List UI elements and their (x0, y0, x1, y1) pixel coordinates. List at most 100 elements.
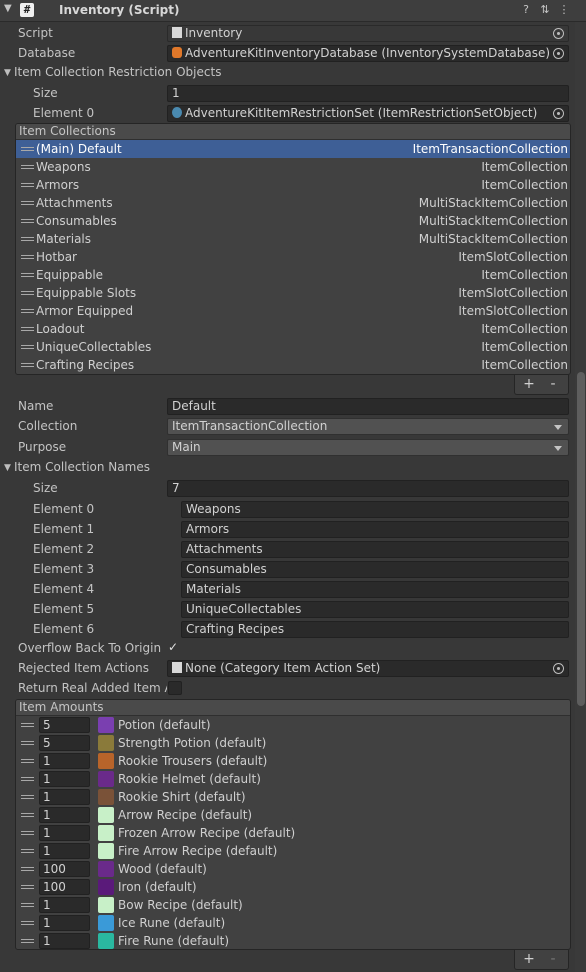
rejected-actions-field[interactable]: None (Category Item Action Set) (167, 660, 569, 677)
drag-handle-icon[interactable] (21, 867, 34, 871)
drag-handle-icon[interactable] (21, 309, 34, 313)
item-amount-row[interactable]: 1 Rookie Shirt (default) (16, 788, 570, 806)
item-amount-row[interactable]: 1 Arrow Recipe (default) (16, 806, 570, 824)
object-picker-icon[interactable] (553, 48, 564, 59)
drag-handle-icon[interactable] (21, 219, 34, 223)
object-picker-icon[interactable] (553, 28, 564, 39)
foldout-arrow-icon[interactable]: ▼ (4, 68, 11, 78)
collection-row[interactable]: (Main) Default ItemTransactionCollection (16, 140, 570, 158)
foldout-arrow-icon[interactable]: ▼ (4, 463, 11, 473)
item-amount-input[interactable]: 1 (39, 897, 90, 913)
remove-amount-button[interactable]: - (543, 951, 563, 967)
drag-handle-icon[interactable] (21, 741, 34, 745)
drag-handle-icon[interactable] (21, 903, 34, 907)
add-collection-button[interactable]: + (519, 376, 539, 392)
item-amount-input[interactable]: 1 (39, 753, 90, 769)
drag-handle-icon[interactable] (21, 165, 34, 169)
item-amount-row[interactable]: 1 Bow Recipe (default) (16, 896, 570, 914)
item-amount-input[interactable]: 1 (39, 915, 90, 931)
drag-handle-icon[interactable] (21, 723, 34, 727)
collection-names-label[interactable]: Item Collection Names (14, 460, 150, 474)
restriction-size-input[interactable]: 1 (167, 85, 569, 102)
drag-handle-icon[interactable] (21, 291, 34, 295)
item-amount-row[interactable]: 1 Frozen Arrow Recipe (default) (16, 824, 570, 842)
item-amount-row[interactable]: 1 Fire Arrow Recipe (default) (16, 842, 570, 860)
return-real-checkbox[interactable] (168, 681, 182, 695)
help-icon[interactable]: ? (519, 3, 533, 17)
drag-handle-icon[interactable] (21, 327, 34, 331)
object-picker-icon[interactable] (553, 663, 564, 674)
more-icon[interactable]: ⋮ (557, 3, 571, 17)
collection-names-size-input[interactable]: 7 (167, 480, 569, 497)
item-amount-input[interactable]: 1 (39, 789, 90, 805)
remove-collection-button[interactable]: - (543, 376, 563, 392)
drag-handle-icon[interactable] (21, 147, 34, 151)
restriction-element0-field[interactable]: AdventureKitItemRestrictionSet (ItemRest… (167, 105, 569, 122)
restriction-objects-label[interactable]: Item Collection Restriction Objects (14, 65, 221, 79)
item-amount-input[interactable]: 1 (39, 933, 90, 949)
settings-sliders-icon[interactable]: ⇅ (538, 3, 552, 17)
foldout-arrow-icon[interactable]: ▼ (4, 3, 12, 14)
collection-row[interactable]: Consumables MultiStackItemCollection (16, 212, 570, 230)
collection-name-element-input[interactable]: Attachments (181, 541, 569, 558)
purpose-dropdown[interactable]: Main (167, 439, 569, 456)
drag-handle-icon[interactable] (21, 273, 34, 277)
collection-row[interactable]: Materials MultiStackItemCollection (16, 230, 570, 248)
collection-name-element-input[interactable]: Materials (181, 581, 569, 598)
collection-name-element-input[interactable]: Weapons (181, 501, 569, 518)
object-picker-icon[interactable] (553, 108, 564, 119)
drag-handle-icon[interactable] (21, 345, 34, 349)
item-amount-row[interactable]: 1 Fire Rune (default) (16, 932, 570, 949)
item-amount-row[interactable]: 100 Wood (default) (16, 860, 570, 878)
drag-handle-icon[interactable] (21, 255, 34, 259)
item-amount-row[interactable]: 100 Iron (default) (16, 878, 570, 896)
item-amount-row[interactable]: 1 Ice Rune (default) (16, 914, 570, 932)
name-input[interactable]: Default (167, 398, 569, 415)
item-amount-input[interactable]: 1 (39, 825, 90, 841)
database-field[interactable]: AdventureKitInventoryDatabase (Inventory… (167, 45, 569, 62)
item-amount-input[interactable]: 5 (39, 717, 90, 733)
drag-handle-icon[interactable] (21, 777, 34, 781)
drag-handle-icon[interactable] (21, 183, 34, 187)
drag-handle-icon[interactable] (21, 849, 34, 853)
item-amount-input[interactable]: 1 (39, 843, 90, 859)
collection-name-element-input[interactable]: Crafting Recipes (181, 621, 569, 638)
item-amount-row[interactable]: 5 Potion (default) (16, 716, 570, 734)
scrollbar-thumb[interactable] (577, 372, 585, 706)
drag-handle-icon[interactable] (21, 921, 34, 925)
collection-row[interactable]: UniqueCollectables ItemCollection (16, 338, 570, 356)
add-amount-button[interactable]: + (519, 951, 539, 967)
collection-row[interactable]: Armors ItemCollection (16, 176, 570, 194)
collection-name-element-input[interactable]: Consumables (181, 561, 569, 578)
overflow-checkbox[interactable]: ✓ (168, 641, 180, 653)
item-amount-input[interactable]: 100 (39, 861, 90, 877)
script-field[interactable]: Inventory (167, 25, 569, 42)
collection-row[interactable]: Armor Equipped ItemSlotCollection (16, 302, 570, 320)
drag-handle-icon[interactable] (21, 759, 34, 763)
collection-row[interactable]: Equippable Slots ItemSlotCollection (16, 284, 570, 302)
drag-handle-icon[interactable] (21, 831, 34, 835)
component-header[interactable]: ▼ # Inventory (Script) ? ⇅ ⋮ (0, 0, 586, 22)
item-amount-row[interactable]: 5 Strength Potion (default) (16, 734, 570, 752)
drag-handle-icon[interactable] (21, 237, 34, 241)
collection-row[interactable]: Attachments MultiStackItemCollection (16, 194, 570, 212)
item-amount-input[interactable]: 100 (39, 879, 90, 895)
item-amount-input[interactable]: 1 (39, 807, 90, 823)
collection-row[interactable]: Weapons ItemCollection (16, 158, 570, 176)
drag-handle-icon[interactable] (21, 201, 34, 205)
collection-name-element-input[interactable]: UniqueCollectables (181, 601, 569, 618)
item-amount-row[interactable]: 1 Rookie Helmet (default) (16, 770, 570, 788)
drag-handle-icon[interactable] (21, 885, 34, 889)
collection-name-element-input[interactable]: Armors (181, 521, 569, 538)
drag-handle-icon[interactable] (21, 795, 34, 799)
item-amount-row[interactable]: 1 Rookie Trousers (default) (16, 752, 570, 770)
collection-row[interactable]: Loadout ItemCollection (16, 320, 570, 338)
drag-handle-icon[interactable] (21, 363, 34, 367)
item-amount-input[interactable]: 1 (39, 771, 90, 787)
item-amount-input[interactable]: 5 (39, 735, 90, 751)
collection-row[interactable]: Equippable ItemCollection (16, 266, 570, 284)
collection-dropdown[interactable]: ItemTransactionCollection (167, 418, 569, 435)
drag-handle-icon[interactable] (21, 813, 34, 817)
drag-handle-icon[interactable] (21, 939, 34, 943)
collection-row[interactable]: Crafting Recipes ItemCollection (16, 356, 570, 374)
